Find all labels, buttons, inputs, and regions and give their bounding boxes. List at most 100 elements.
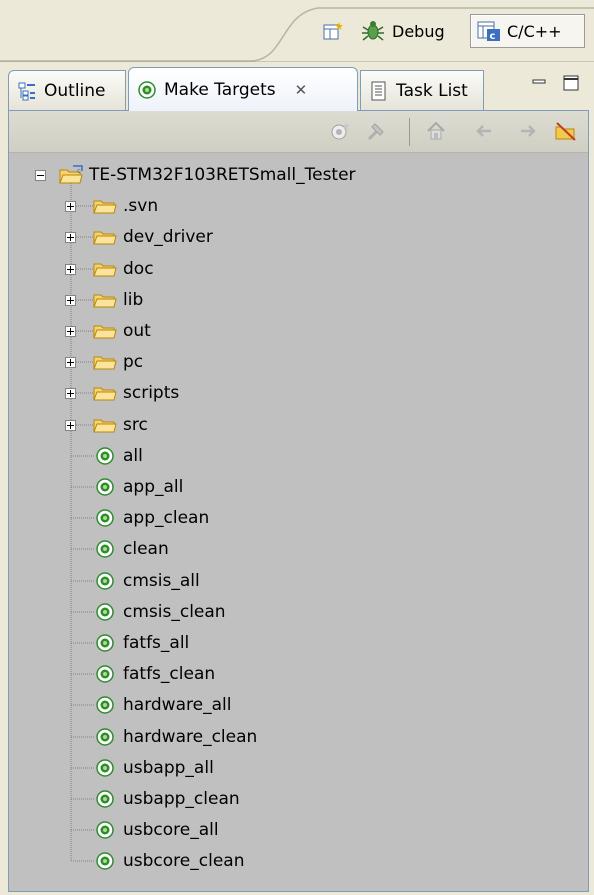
tab-make-targets[interactable]: Make Targets ✕	[128, 67, 358, 111]
view-tab-bar: Outline Make Targets ✕ Task List	[8, 62, 589, 111]
tree-folder-item[interactable]: scripts	[93, 379, 179, 407]
open-perspective-icon	[323, 22, 343, 40]
make-target-icon	[93, 789, 117, 809]
back-button[interactable]	[471, 118, 497, 144]
expand-toggle[interactable]	[65, 264, 76, 275]
close-tab-icon[interactable]: ✕	[295, 81, 308, 99]
cpp-perspective-button[interactable]: c C/C++	[470, 14, 585, 48]
tree-item-label: hardware_clean	[123, 727, 258, 747]
maximize-button[interactable]	[560, 72, 582, 94]
tree-target-item[interactable]: hardware_all	[93, 691, 231, 719]
task-list-icon	[371, 81, 386, 100]
tree-target-item[interactable]: all	[93, 442, 143, 470]
cpp-perspective-icon: c	[477, 21, 500, 42]
make-target-icon	[138, 80, 156, 99]
debug-perspective-button[interactable]: Debug	[360, 14, 445, 48]
tree-folder-item[interactable]: dev_driver	[93, 223, 213, 251]
folder-icon	[93, 259, 117, 279]
tree-target-item[interactable]: fatfs_all	[93, 629, 189, 657]
bug-icon	[362, 21, 384, 41]
tree-item-label: cmsis_clean	[123, 602, 226, 622]
make-target-icon	[93, 758, 117, 778]
folder-icon	[93, 227, 117, 247]
cpp-perspective-label: C/C++	[507, 21, 562, 41]
expand-toggle[interactable]	[65, 420, 76, 431]
home-button[interactable]	[423, 118, 449, 144]
arrow-right-icon	[521, 125, 536, 137]
expand-toggle[interactable]	[65, 357, 76, 368]
tree-folder-item[interactable]: .svn	[93, 192, 158, 220]
make-target-icon	[93, 664, 117, 684]
tree-target-item[interactable]: app_all	[93, 473, 183, 501]
folder-icon	[93, 196, 117, 216]
svg-text:c: c	[490, 31, 496, 42]
tree-folder-item[interactable]: doc	[93, 255, 154, 283]
tree-target-item[interactable]: cmsis_clean	[93, 598, 226, 626]
view-toolbar	[9, 111, 588, 153]
collapse-toggle[interactable]	[35, 170, 46, 181]
svg-text:c: c	[77, 167, 81, 175]
make-target-icon	[93, 602, 117, 622]
maximize-icon	[563, 75, 579, 91]
tree-item-label: dev_driver	[123, 227, 213, 247]
make-targets-tree: c TE-STM32F103RETSmall_Tester .svn dev_driv…	[9, 153, 588, 891]
toolbar-separator	[409, 118, 410, 146]
tree-item-label: cmsis_all	[123, 571, 200, 591]
expand-toggle[interactable]	[65, 326, 76, 337]
folder-icon	[93, 415, 117, 435]
tree-target-item[interactable]: usbapp_clean	[93, 785, 240, 813]
expand-toggle[interactable]	[65, 232, 76, 243]
tree-item-label: lib	[123, 290, 144, 310]
make-target-icon	[93, 508, 117, 528]
tree-item-label: usbcore_clean	[123, 851, 245, 871]
tree-target-item[interactable]: usbapp_all	[93, 754, 214, 782]
add-target-button[interactable]	[327, 118, 353, 144]
tree-folder-item[interactable]: out	[93, 317, 151, 345]
tree-folder-item[interactable]: src	[93, 411, 148, 439]
tree-target-item[interactable]: usbcore_clean	[93, 847, 244, 875]
tree-folder-item[interactable]: lib	[93, 286, 143, 314]
tree-target-item[interactable]: hardware_clean	[93, 723, 257, 751]
perspective-bar: Debug c C/C++	[0, 0, 594, 62]
tree-item-label: usbcore_all	[123, 820, 219, 840]
filter-button[interactable]	[553, 118, 579, 144]
make-targets-view: Outline Make Targets ✕ Task List c TE-ST…	[8, 62, 589, 892]
tree-folder-item[interactable]: pc	[93, 348, 143, 376]
folder-icon	[93, 383, 117, 403]
tree-target-item[interactable]: cmsis_all	[93, 567, 200, 595]
tree-item-label: doc	[123, 259, 154, 279]
outline-icon	[18, 82, 35, 100]
open-perspective-button[interactable]	[316, 14, 350, 48]
tree-item-label: hardware_all	[123, 695, 232, 715]
tree-item-label: fatfs_clean	[123, 664, 216, 684]
expand-toggle[interactable]	[65, 295, 76, 306]
tab-make-targets-label: Make Targets	[164, 79, 276, 100]
tree-item-label: TE-STM32F103RETSmall_Tester	[89, 165, 356, 185]
filter-folder-icon	[555, 122, 576, 141]
tree-item-label: all	[123, 446, 143, 466]
project-folder-icon: c	[59, 165, 83, 185]
folder-icon	[93, 321, 117, 341]
make-target-icon	[93, 851, 117, 871]
tab-task-list[interactable]: Task List	[360, 70, 484, 110]
forward-button[interactable]	[515, 118, 541, 144]
tree-target-item[interactable]: fatfs_clean	[93, 660, 215, 688]
tree-item-label: fatfs_all	[123, 633, 190, 653]
debug-perspective-label: Debug	[392, 21, 445, 41]
add-target-icon	[331, 122, 350, 140]
tree-item-label: src	[123, 415, 148, 435]
tree-target-item[interactable]: usbcore_all	[93, 816, 219, 844]
tab-outline-label: Outline	[44, 80, 106, 101]
tree-target-item[interactable]: app_clean	[93, 504, 209, 532]
make-target-icon	[93, 571, 117, 591]
minimize-button[interactable]	[528, 72, 550, 94]
build-target-button[interactable]	[363, 118, 389, 144]
expand-toggle[interactable]	[65, 201, 76, 212]
arrow-left-icon	[476, 125, 491, 137]
expand-toggle[interactable]	[65, 388, 76, 399]
tree-target-item[interactable]: clean	[93, 535, 169, 563]
tree-project-root[interactable]: c TE-STM32F103RETSmall_Tester	[59, 161, 356, 189]
tree-item-label: scripts	[123, 383, 180, 403]
tab-outline[interactable]: Outline	[8, 70, 126, 110]
folder-icon	[93, 352, 117, 372]
